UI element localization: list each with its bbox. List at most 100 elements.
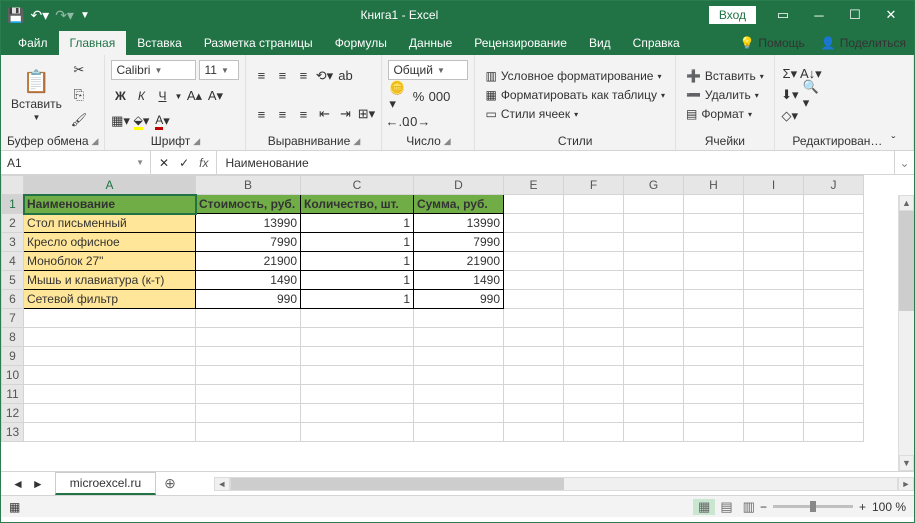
cell[interactable] — [504, 385, 564, 404]
cell[interactable] — [804, 423, 864, 442]
page-layout-view-button[interactable]: ▤ — [715, 499, 737, 515]
cell[interactable] — [684, 366, 744, 385]
cell[interactable]: 7990 — [414, 233, 504, 252]
row-header[interactable]: 2 — [2, 214, 24, 233]
autosum-button[interactable]: Σ▾ — [781, 65, 799, 83]
cell[interactable] — [196, 309, 301, 328]
cell[interactable] — [744, 385, 804, 404]
column-header[interactable]: C — [301, 176, 414, 195]
cell[interactable] — [504, 347, 564, 366]
cell[interactable] — [804, 347, 864, 366]
cell[interactable] — [564, 366, 624, 385]
cell[interactable] — [414, 423, 504, 442]
font-size-combo[interactable]: 11▼ — [199, 60, 239, 80]
cell[interactable]: 13990 — [414, 214, 504, 233]
cell[interactable] — [564, 214, 624, 233]
cell[interactable] — [624, 385, 684, 404]
cell[interactable] — [504, 233, 564, 252]
tab-formulas[interactable]: Формулы — [324, 31, 398, 55]
maximize-icon[interactable]: ☐ — [838, 5, 872, 25]
row-header[interactable]: 5 — [2, 271, 24, 290]
cell[interactable] — [804, 328, 864, 347]
row-header[interactable]: 6 — [2, 290, 24, 309]
cell[interactable] — [744, 195, 804, 214]
cell[interactable] — [504, 290, 564, 309]
cell[interactable] — [684, 328, 744, 347]
borders-button[interactable]: ▦▾ — [111, 112, 129, 130]
cell[interactable] — [684, 271, 744, 290]
column-header[interactable]: A — [24, 176, 196, 195]
cell[interactable] — [684, 347, 744, 366]
cell[interactable] — [684, 214, 744, 233]
cell[interactable]: Наименование — [24, 195, 196, 214]
decrease-indent-button[interactable]: ⇤ — [315, 105, 333, 123]
cell[interactable] — [564, 233, 624, 252]
cell[interactable] — [804, 233, 864, 252]
signin-button[interactable]: Вход — [709, 6, 756, 24]
cell[interactable]: 1 — [301, 252, 414, 271]
row-header[interactable]: 3 — [2, 233, 24, 252]
format-painter-button[interactable]: 🖌 — [70, 111, 88, 129]
cell[interactable] — [684, 252, 744, 271]
row-header[interactable]: 7 — [2, 309, 24, 328]
cell[interactable] — [414, 404, 504, 423]
cell[interactable] — [564, 423, 624, 442]
find-button[interactable]: 🔍▾ — [802, 86, 820, 104]
increase-decimal-button[interactable]: ←.0 — [388, 112, 406, 130]
scroll-thumb[interactable] — [899, 211, 914, 311]
font-color-button[interactable]: A▾ — [153, 112, 171, 130]
cell[interactable] — [196, 423, 301, 442]
chevron-down-icon[interactable]: ▼ — [174, 87, 182, 105]
cell[interactable]: 1490 — [196, 271, 301, 290]
cell[interactable] — [624, 195, 684, 214]
scroll-right-icon[interactable]: ► — [898, 477, 914, 491]
cell[interactable]: 990 — [196, 290, 301, 309]
cell[interactable] — [684, 195, 744, 214]
close-icon[interactable]: ✕ — [874, 5, 908, 25]
cell[interactable] — [504, 309, 564, 328]
cell[interactable] — [564, 252, 624, 271]
cell[interactable]: 7990 — [196, 233, 301, 252]
cell[interactable] — [804, 252, 864, 271]
tab-help[interactable]: Справка — [622, 31, 691, 55]
cell[interactable] — [504, 404, 564, 423]
align-middle-button[interactable]: ≡ — [273, 67, 291, 85]
cell[interactable] — [624, 290, 684, 309]
cell[interactable] — [564, 290, 624, 309]
column-header[interactable]: F — [564, 176, 624, 195]
page-break-view-button[interactable]: ▥ — [738, 499, 760, 515]
cell[interactable] — [196, 385, 301, 404]
tab-view[interactable]: Вид — [578, 31, 622, 55]
cell[interactable] — [504, 214, 564, 233]
cell[interactable] — [504, 423, 564, 442]
cell[interactable] — [804, 385, 864, 404]
fx-icon[interactable]: fx — [199, 156, 208, 170]
cell[interactable] — [684, 404, 744, 423]
paste-button[interactable]: 📋 Вставить ▼ — [7, 58, 66, 132]
cell[interactable] — [301, 423, 414, 442]
cell[interactable]: 1490 — [414, 271, 504, 290]
horizontal-scrollbar[interactable]: ◄ ► — [214, 477, 914, 491]
align-right-button[interactable]: ≡ — [294, 105, 312, 123]
align-bottom-button[interactable]: ≡ — [294, 67, 312, 85]
cell[interactable]: 1 — [301, 233, 414, 252]
cell[interactable] — [564, 195, 624, 214]
cut-button[interactable]: ✂ — [70, 61, 88, 79]
merge-button[interactable]: ⊞▾ — [357, 105, 375, 123]
cell[interactable] — [504, 366, 564, 385]
cell[interactable]: 21900 — [196, 252, 301, 271]
column-header[interactable]: H — [684, 176, 744, 195]
delete-cells-button[interactable]: ➖Удалить▾ — [682, 87, 768, 103]
cell[interactable] — [564, 309, 624, 328]
scroll-left-icon[interactable]: ◄ — [214, 477, 230, 491]
tell-me-button[interactable]: 💡Помощь — [731, 31, 812, 55]
cell[interactable] — [196, 347, 301, 366]
cell[interactable] — [24, 404, 196, 423]
cell[interactable] — [196, 404, 301, 423]
cell[interactable] — [564, 385, 624, 404]
cell[interactable] — [744, 252, 804, 271]
cell[interactable] — [24, 423, 196, 442]
sheet-next-icon[interactable]: ► — [29, 475, 47, 493]
cell[interactable] — [624, 233, 684, 252]
ribbon-display-icon[interactable]: ▭ — [766, 5, 800, 25]
